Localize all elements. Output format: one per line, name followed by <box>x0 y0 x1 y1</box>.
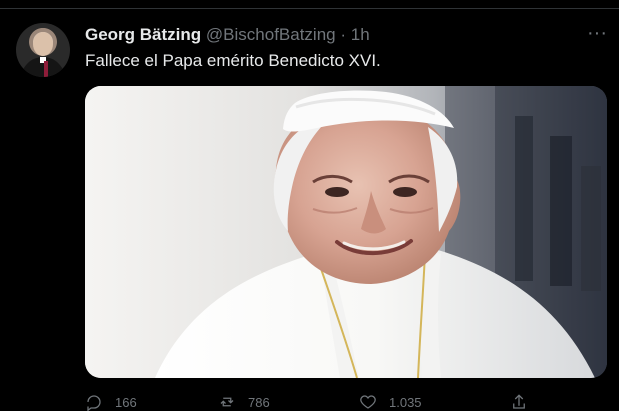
like-count: 1.035 <box>389 394 422 410</box>
author-handle[interactable]: @BischofBatzing <box>206 25 336 44</box>
more-options-icon[interactable]: ··· <box>585 23 609 43</box>
reply-icon <box>87 395 101 411</box>
avatar-sash <box>44 61 48 77</box>
retweet-button[interactable]: 786 <box>218 394 270 410</box>
tweet-time[interactable]: 1h <box>351 25 370 44</box>
header-separator: · <box>340 25 347 44</box>
pope-photo-illustration <box>85 86 607 378</box>
share-button[interactable] <box>510 394 540 410</box>
tweet-media[interactable] <box>85 86 607 378</box>
like-button[interactable]: 1.035 <box>359 394 422 410</box>
tweet-header: Georg Bätzing @BischofBatzing · 1h <box>85 25 370 45</box>
author-avatar[interactable] <box>16 23 70 77</box>
reply-count: 166 <box>115 394 137 410</box>
retweet-icon <box>220 397 234 407</box>
tweet-actions: 166 786 1.035 <box>85 394 605 411</box>
avatar-face <box>33 32 53 56</box>
retweet-count: 786 <box>248 394 270 410</box>
reply-button[interactable]: 166 <box>85 394 137 411</box>
share-icon <box>513 394 525 409</box>
top-divider <box>0 8 619 9</box>
like-icon <box>360 395 376 409</box>
tweet-text: Fallece el Papa emérito Benedicto XVI. <box>85 51 381 70</box>
author-name[interactable]: Georg Bätzing <box>85 25 201 44</box>
